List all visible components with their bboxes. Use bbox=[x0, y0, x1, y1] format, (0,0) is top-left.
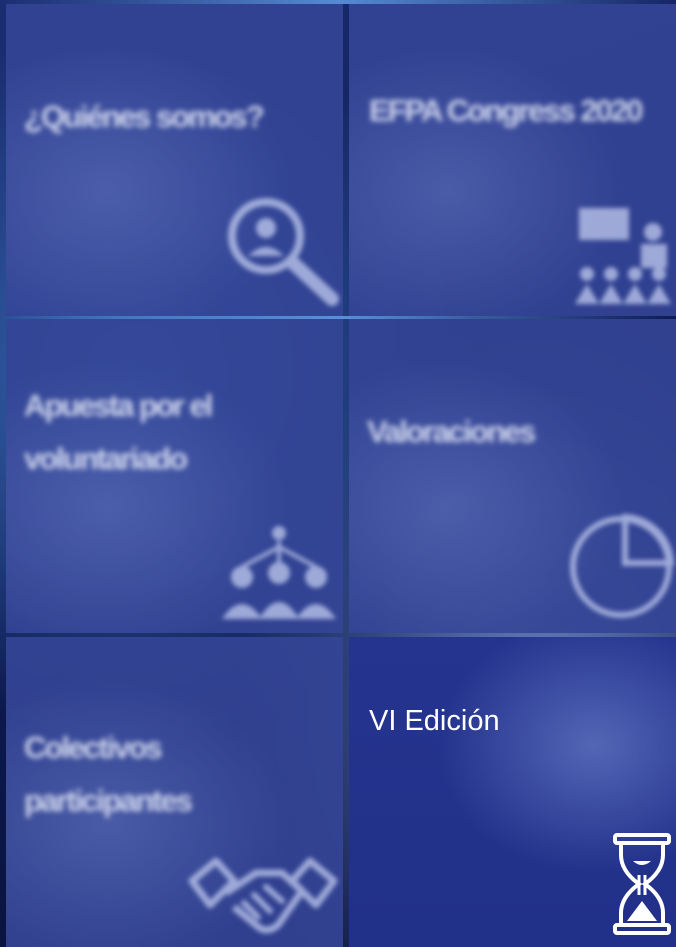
team-network-icon bbox=[222, 526, 336, 619]
tile-voluntariado[interactable]: Apuesta por el voluntariado bbox=[6, 319, 343, 633]
handshake-icon bbox=[188, 857, 338, 934]
tile-vi-edicion[interactable]: VI Edición bbox=[349, 637, 676, 947]
tile-title: Colectivos participantes bbox=[24, 730, 193, 818]
tile-title: VI Edición bbox=[369, 705, 500, 737]
pie-chart-icon bbox=[570, 513, 675, 618]
tile-title: ¿Quiénes somos? bbox=[24, 99, 265, 134]
tile-colectivos[interactable]: Colectivos participantes bbox=[6, 637, 343, 947]
presentation-audience-icon bbox=[575, 208, 671, 304]
hourglass-icon bbox=[613, 833, 671, 935]
tile-title: EFPA Congress 2020 bbox=[369, 93, 643, 128]
tile-quienes-somos[interactable]: ¿Quiénes somos? bbox=[6, 4, 343, 316]
magnifier-person-icon bbox=[228, 198, 339, 306]
tile-efpa-congress[interactable]: EFPA Congress 2020 bbox=[349, 4, 676, 316]
tile-title: Apuesta por el voluntariado bbox=[24, 388, 213, 476]
tile-valoraciones[interactable]: Valoraciones bbox=[349, 319, 676, 633]
tile-title: Valoraciones bbox=[367, 414, 536, 449]
tile-menu-page: ¿Quiénes somos? EFPA Congress 2020 Apues… bbox=[0, 0, 676, 947]
